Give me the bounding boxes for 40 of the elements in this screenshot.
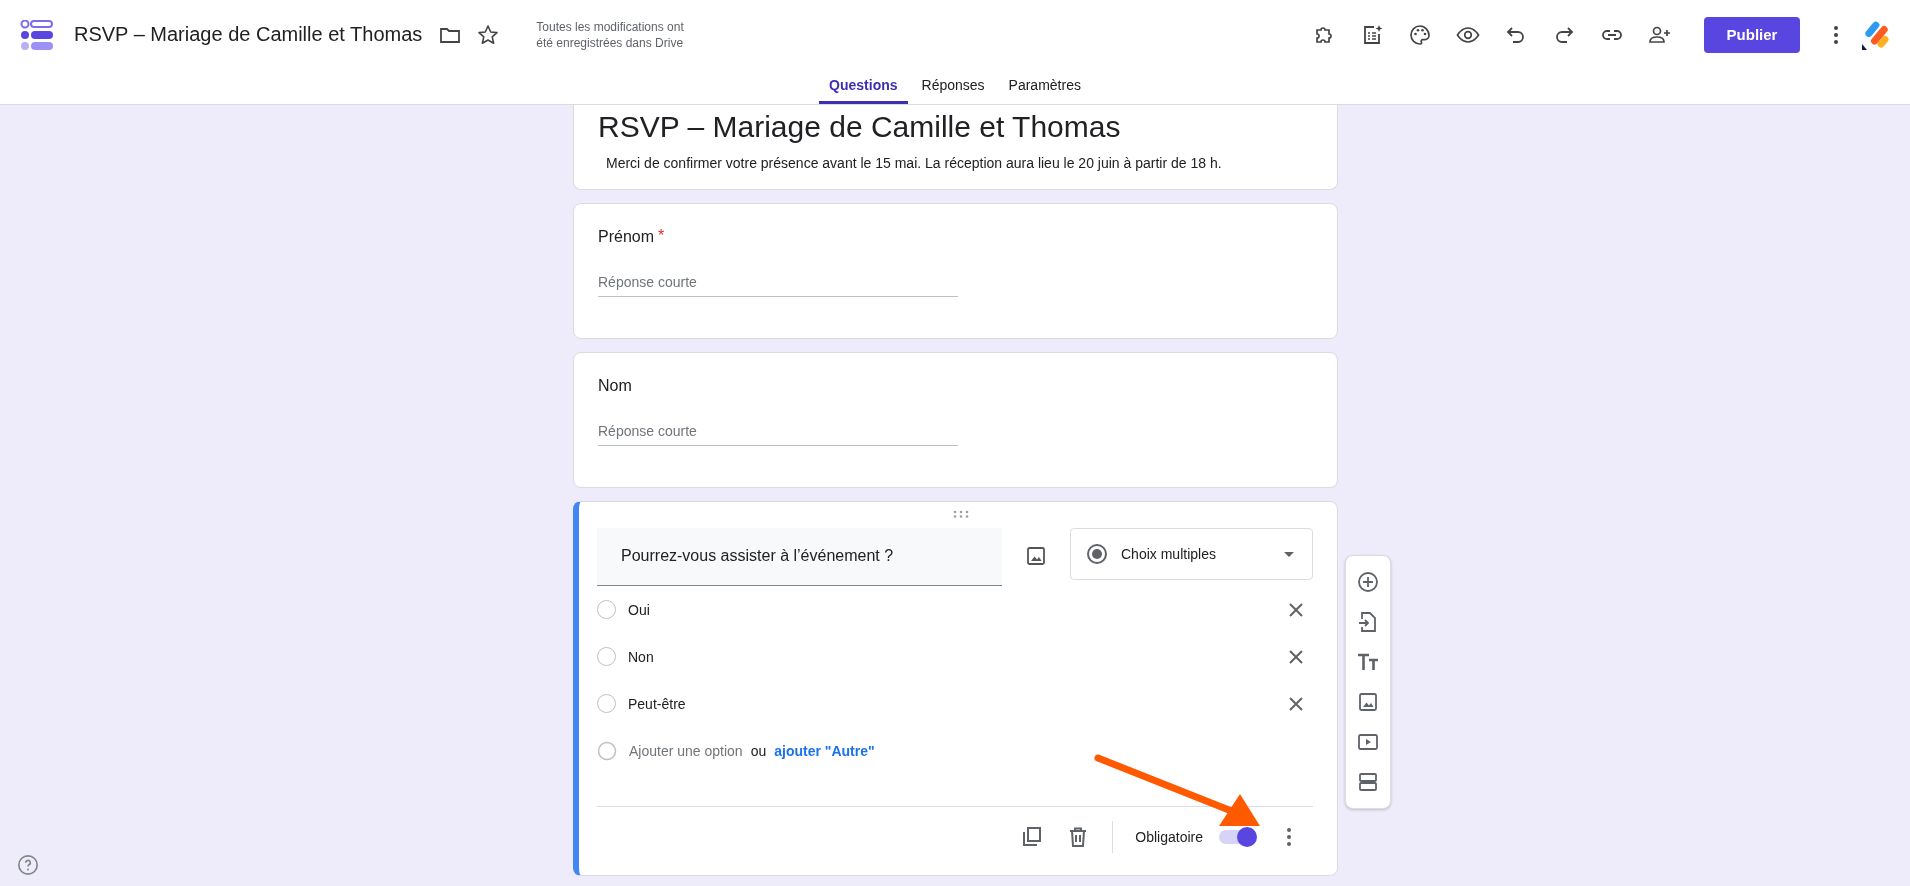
dropdown-caret-icon [1284,551,1294,557]
help-icon[interactable] [17,854,39,876]
form-title[interactable]: RSVP – Mariage de Camille et Thomas [598,109,1313,145]
question-card[interactable]: Pourrez-vous assister à l’événement ? Choix multiples Oui Non Peut-être Ajouter une option ou ajouter "Autre" Obligatoire [573,501,1338,876]
question-type-dropdown[interactable]: Choix multiples [1070,528,1313,580]
question-card[interactable]: Nom Réponse courte [573,352,1338,488]
palette-icon[interactable] [1408,22,1432,47]
option-label[interactable]: Non [628,648,1289,665]
image-icon[interactable] [1024,544,1048,568]
tab[interactable]: Réponses [911,69,995,104]
tab[interactable]: Paramètres [998,69,1091,104]
section-icon[interactable] [1356,770,1380,794]
required-asterisk: * [658,228,665,244]
star-icon[interactable] [476,22,501,47]
option-label[interactable]: Peut-être [628,695,1289,712]
document-title[interactable]: RSVP – Mariage de Camille et Thomas [74,23,423,47]
radio-button-icon [1085,542,1109,566]
empty-circle-icon [597,740,617,761]
add-other-link[interactable]: ajouter "Autre" [774,742,875,759]
question-title: Nom [598,377,632,395]
required-label: Obligatoire [1135,829,1203,845]
question-title-field[interactable]: Pourrez-vous assister à l’événement ? [597,528,1002,586]
add-circle-icon[interactable] [1356,570,1380,594]
image-icon[interactable] [1356,690,1380,714]
close-icon[interactable] [1289,696,1303,711]
question-card[interactable]: Prénom * Réponse courte [573,203,1338,339]
short-answer-field: Réponse courte [598,423,958,446]
or-text: ou [750,742,767,759]
form-description[interactable]: Merci de confirmer votre présence avant le 15 mai. La réception aura lieu le 20 juin à partir de 18 h. [606,155,1313,171]
publish-button[interactable]: Publier [1704,16,1800,53]
close-icon[interactable] [1289,602,1303,617]
short-answer-field: Réponse courte [598,274,958,297]
add-option-link[interactable]: Ajouter une option [629,742,743,759]
option-label[interactable]: Oui [628,601,1289,618]
close-icon[interactable] [1289,649,1303,664]
question-title: Prénom [598,228,655,246]
save-status: Toutes les modifications ont été enregistrées dans Drive [536,18,685,51]
required-toggle[interactable] [1219,830,1255,844]
drag-handle-icon[interactable] [953,510,969,518]
forms-logo-icon[interactable] [20,19,54,50]
